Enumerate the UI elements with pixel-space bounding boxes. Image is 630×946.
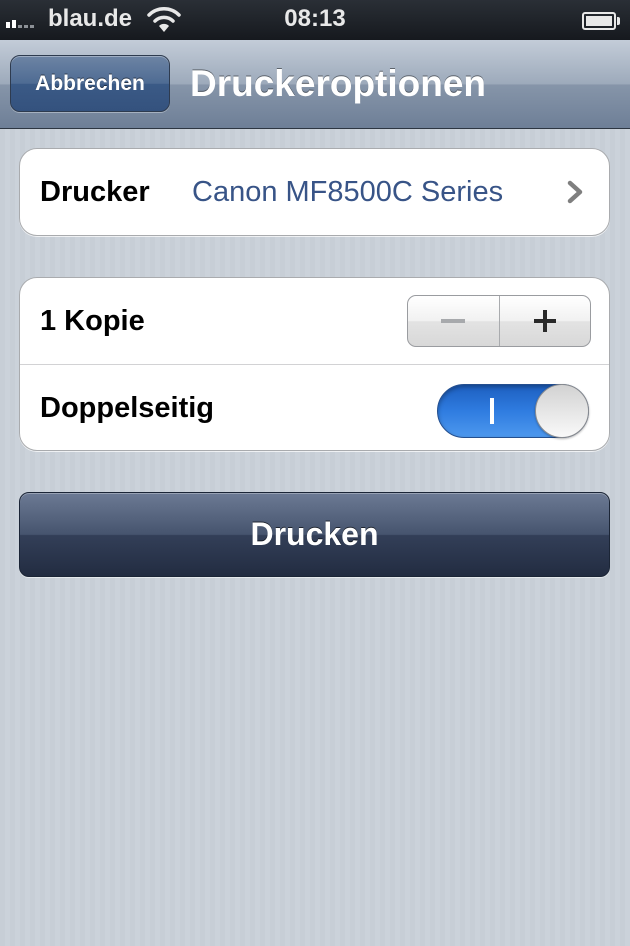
- duplex-toggle[interactable]: [437, 384, 589, 438]
- navigation-bar: Abbrechen Druckeroptionen: [0, 40, 630, 129]
- status-time: 08:13: [284, 5, 346, 32]
- duplex-label: Doppelseitig: [40, 392, 215, 424]
- status-bar: blau.de 08:13: [0, 0, 630, 40]
- page-title: Druckeroptionen: [190, 63, 487, 104]
- cancel-button[interactable]: Abbrechen: [10, 55, 170, 112]
- increment-button[interactable]: [498, 296, 591, 346]
- toggle-on-indicator: [490, 398, 494, 424]
- printer-label: Drucker: [40, 176, 150, 208]
- copies-stepper: [407, 295, 591, 347]
- printer-value: Canon MF8500C Series: [192, 176, 504, 208]
- toggle-knob[interactable]: [535, 384, 589, 438]
- chevron-right-icon: [567, 180, 583, 204]
- battery-icon: [582, 12, 620, 30]
- copies-row: 1 Kopie: [20, 278, 609, 364]
- copies-label: 1 Kopie: [40, 305, 145, 337]
- duplex-row: Doppelseitig: [20, 364, 609, 450]
- printer-select-row[interactable]: Drucker Canon MF8500C Series: [20, 149, 609, 235]
- printer-group: Drucker Canon MF8500C Series: [19, 148, 610, 236]
- options-group: 1 Kopie Doppelseitig: [19, 277, 610, 451]
- minus-icon: [441, 319, 466, 323]
- decrement-button[interactable]: [408, 296, 499, 346]
- print-button[interactable]: Drucken: [19, 492, 610, 577]
